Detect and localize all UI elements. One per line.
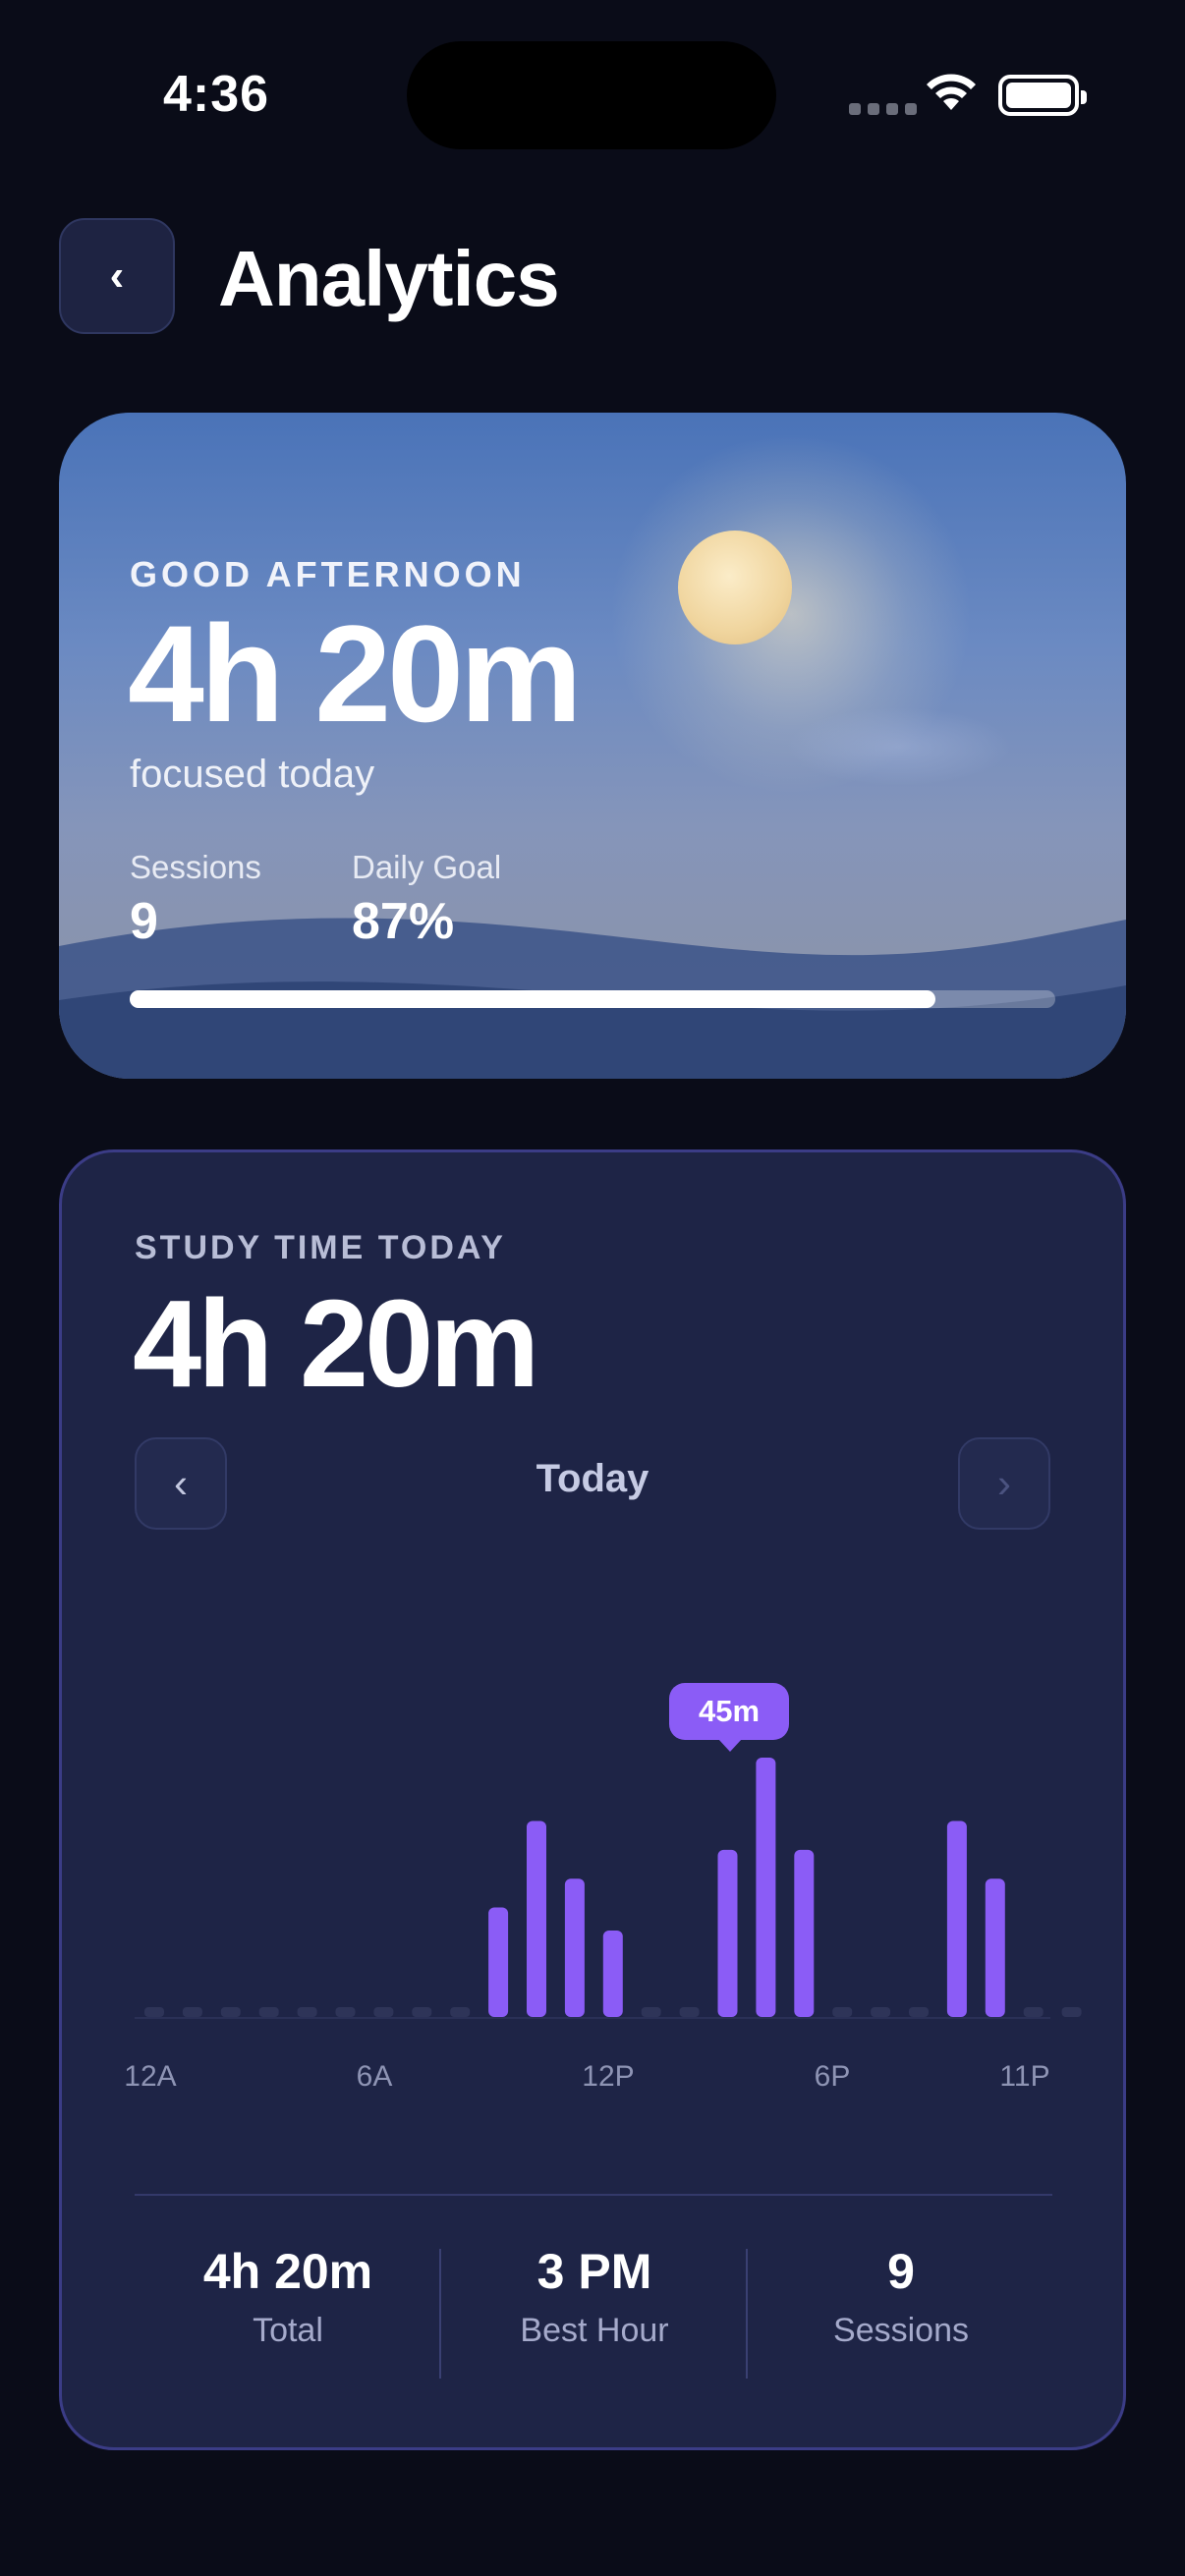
summary-total-label: Total	[253, 2312, 323, 2349]
chart-bar[interactable]	[756, 1758, 776, 2017]
chart-bar-empty[interactable]	[412, 2007, 432, 2017]
chart-bar[interactable]	[527, 1820, 546, 2017]
x-tick-label: 6P	[814, 2060, 851, 2093]
wifi-icon	[927, 74, 976, 110]
cellular-signal-icon	[849, 103, 917, 115]
sun-illustration	[678, 531, 792, 644]
summary-best-hour-value: 3 PM	[536, 2244, 652, 2299]
hills-illustration	[59, 918, 1126, 1079]
chart-bar-empty[interactable]	[182, 2007, 202, 2017]
chart-bar-empty[interactable]	[144, 2007, 164, 2017]
daily-goal-label: Daily Goal	[352, 849, 502, 885]
cloud-illustration	[786, 707, 1012, 786]
focused-today-label: focused today	[130, 753, 375, 796]
summary-total: 4h 20m Total	[135, 2243, 441, 2350]
dynamic-island	[407, 41, 776, 149]
chart-bar-empty[interactable]	[1061, 2007, 1082, 2017]
x-tick-label: 12P	[582, 2060, 635, 2093]
chart-bar[interactable]	[602, 1931, 623, 2017]
daily-goal-value: 87%	[352, 893, 455, 950]
chart-bar-empty[interactable]	[1023, 2007, 1044, 2017]
chart-bar-empty[interactable]	[450, 2007, 471, 2017]
analytics-screen: 4:36 ‹ Analytics GOOD AFTERNOON 4h 20m f…	[0, 0, 1185, 2576]
summary-total-value: 4h 20m	[202, 2244, 373, 2299]
tooltip-value: 45m	[698, 1694, 761, 1728]
summary-sessions-value: 9	[887, 2244, 915, 2299]
chart-bar[interactable]	[946, 1820, 967, 2017]
study-time-card: STUDY TIME TODAY 4h 20m ‹ Today › 45m 12…	[59, 1149, 1126, 2450]
summary-best-hour: 3 PM Best Hour	[441, 2243, 748, 2350]
chart-bar[interactable]	[794, 1849, 815, 2017]
sessions-value: 9	[130, 893, 158, 950]
summary-sessions: 9 Sessions	[748, 2243, 1054, 2350]
daily-goal-progress-bar	[130, 990, 1055, 1008]
x-tick-label: 11P	[999, 2060, 1050, 2093]
status-time: 4:36	[163, 66, 270, 123]
x-tick-label: 12A	[124, 2060, 177, 2093]
summary-best-hour-label: Best Hour	[520, 2312, 669, 2349]
chart-bar[interactable]	[985, 1878, 1005, 2017]
chart-bar-empty[interactable]	[220, 2007, 241, 2017]
chart-bar-empty[interactable]	[373, 2007, 394, 2017]
back-button[interactable]: ‹	[59, 218, 175, 334]
chart-bar-empty[interactable]	[832, 2007, 853, 2017]
chart-bar-empty[interactable]	[297, 2007, 317, 2017]
focused-time-value: 4h 20m	[128, 596, 582, 751]
chart-bar-empty[interactable]	[641, 2007, 661, 2017]
chart-bar-empty[interactable]	[679, 2007, 700, 2017]
chart-bar-empty[interactable]	[871, 2007, 891, 2017]
chart-bar[interactable]	[488, 1907, 509, 2017]
chart-bar[interactable]	[717, 1849, 738, 2017]
greeting-label: GOOD AFTERNOON	[130, 554, 526, 594]
chart-bar-empty[interactable]	[335, 2007, 356, 2017]
chart-bar[interactable]	[564, 1878, 585, 2017]
focus-summary-card: GOOD AFTERNOON 4h 20m focused today Sess…	[59, 413, 1126, 1079]
battery-icon	[998, 75, 1087, 116]
sessions-label: Sessions	[130, 849, 261, 885]
chart-bar-empty[interactable]	[258, 2007, 279, 2017]
chart-bar-empty[interactable]	[909, 2007, 929, 2017]
page-title: Analytics	[218, 235, 560, 322]
hourly-study-chart	[135, 1758, 1082, 2019]
daily-goal-progress-fill	[130, 990, 935, 1008]
chevron-left-icon: ‹	[109, 252, 125, 300]
summary-divider	[135, 2194, 1052, 2196]
bar-value-tooltip: 45m	[669, 1683, 789, 1752]
summary-sessions-label: Sessions	[833, 2312, 969, 2349]
x-tick-label: 6A	[356, 2060, 393, 2093]
